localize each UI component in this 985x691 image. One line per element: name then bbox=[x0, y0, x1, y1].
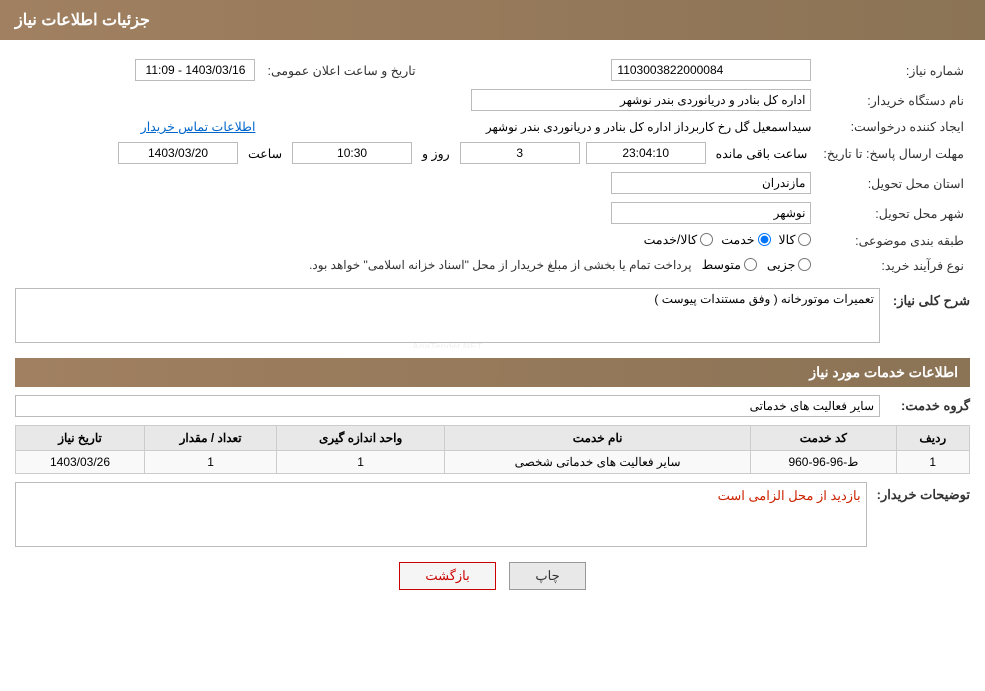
need-number-label: شماره نیاز: bbox=[817, 55, 970, 85]
service-table-header-row: ردیف کد خدمت نام خدمت واحد اندازه گیری ت… bbox=[16, 426, 970, 451]
cell-quantity: 1 bbox=[145, 451, 277, 474]
need-number-input: 1103003822000084 bbox=[611, 59, 811, 81]
response-remaining-label: ساعت باقی مانده bbox=[716, 146, 808, 161]
response-days-input: 3 bbox=[460, 142, 580, 164]
buyer-notes-content: بازدید از محل الزامی است bbox=[15, 482, 867, 547]
buyer-org-value: اداره کل بنادر و دریانوردی بندر نوشهر bbox=[15, 85, 817, 115]
buyer-org-label: نام دستگاه خریدار: bbox=[817, 85, 970, 115]
announcement-date-input: 1403/03/16 - 11:09 bbox=[135, 59, 255, 81]
announcement-date-label: تاریخ و ساعت اعلان عمومی: bbox=[261, 55, 421, 85]
page-container: جزئیات اطلاعات نیاز شماره نیاز: 11030038… bbox=[0, 0, 985, 691]
service-group-input: سایر فعالیت های خدماتی bbox=[15, 395, 880, 417]
need-number-value: 1103003822000084 bbox=[422, 55, 818, 85]
cell-unit: 1 bbox=[277, 451, 445, 474]
city-value: نوشهر bbox=[15, 198, 817, 228]
purchase-type-label: نوع فرآیند خرید: bbox=[817, 253, 970, 278]
need-number-row: شماره نیاز: 1103003822000084 تاریخ و ساع… bbox=[15, 55, 970, 85]
col-date: تاریخ نیاز bbox=[16, 426, 145, 451]
purchase-jozi-label: جزیی bbox=[767, 257, 796, 272]
province-input: مازندران bbox=[611, 172, 811, 194]
cell-date: 1403/03/26 bbox=[16, 451, 145, 474]
need-desc-label: شرح کلی نیاز: bbox=[890, 288, 970, 309]
need-desc-input: تعمیرات موتورخانه ( وفق مستندات پیوست ) bbox=[15, 288, 880, 343]
response-date-input: 1403/03/20 bbox=[118, 142, 238, 164]
category-khedmat-label: خدمت bbox=[721, 232, 754, 247]
cell-service-name: سایر فعالیت های خدماتی شخصی bbox=[445, 451, 751, 474]
purchase-radio-group: جزیی متوسط پرداخت تمام یا بخشی از مبلغ خ… bbox=[309, 257, 811, 272]
response-deadline-label: مهلت ارسال پاسخ: تا تاریخ: bbox=[817, 138, 970, 168]
city-input: نوشهر bbox=[611, 202, 811, 224]
service-table: ردیف کد خدمت نام خدمت واحد اندازه گیری ت… bbox=[15, 425, 970, 474]
category-value: کالا خدمت کالا/خدمت bbox=[15, 228, 817, 253]
buyer-notes-section: توضیحات خریدار: بازدید از محل الزامی است bbox=[15, 482, 970, 547]
service-group-label: گروه خدمت: bbox=[890, 398, 970, 414]
requester-contact-cell: اطلاعات تماس خریدار bbox=[15, 115, 261, 138]
category-radio-group: کالا خدمت کالا/خدمت bbox=[644, 232, 812, 247]
purchase-jozi: جزیی bbox=[767, 257, 812, 272]
requester-contact-link[interactable]: اطلاعات تماس خریدار bbox=[141, 120, 256, 134]
requester-label: ایجاد کننده درخواست: bbox=[817, 115, 970, 138]
response-remaining-input: 23:04:10 bbox=[586, 142, 706, 164]
response-time-input: 10:30 bbox=[292, 142, 412, 164]
response-days-label: روز و bbox=[422, 146, 450, 161]
province-row: استان محل تحویل: مازندران bbox=[15, 168, 970, 198]
cell-service-code: ط-96-96-960 bbox=[751, 451, 896, 474]
col-service-code: کد خدمت bbox=[751, 426, 896, 451]
category-label: طبقه بندی موضوعی: bbox=[817, 228, 970, 253]
category-kala-khedmat: کالا/خدمت bbox=[644, 232, 714, 247]
announcement-date-value: 1403/03/16 - 11:09 bbox=[15, 55, 261, 85]
purchase-motavaset: متوسط bbox=[702, 257, 757, 272]
category-row: طبقه بندی موضوعی: کالا خدمت bbox=[15, 228, 970, 253]
category-kala-radio[interactable] bbox=[798, 233, 811, 246]
category-kala-khedmat-radio[interactable] bbox=[700, 233, 713, 246]
col-service-name: نام خدمت bbox=[445, 426, 751, 451]
content-area: شماره نیاز: 1103003822000084 تاریخ و ساع… bbox=[0, 40, 985, 620]
category-kala-khedmat-label: کالا/خدمت bbox=[644, 232, 698, 247]
page-header: جزئیات اطلاعات نیاز bbox=[0, 0, 985, 40]
purchase-motavaset-label: متوسط bbox=[702, 257, 741, 272]
purchase-jozi-radio[interactable] bbox=[798, 258, 811, 271]
category-khedmat-radio[interactable] bbox=[758, 233, 771, 246]
response-time-label: ساعت bbox=[248, 146, 282, 161]
province-value: مازندران bbox=[15, 168, 817, 198]
purchase-note: پرداخت تمام یا بخشی از مبلغ خریدار از مح… bbox=[309, 258, 692, 272]
purchase-type-row: نوع فرآیند خرید: جزیی متوسط پرداخت تمام … bbox=[15, 253, 970, 278]
buyer-notes-text: بازدید از محل الزامی است bbox=[718, 488, 861, 503]
purchase-type-value: جزیی متوسط پرداخت تمام یا بخشی از مبلغ خ… bbox=[15, 253, 817, 278]
requester-value: سیداسمعیل گل رخ کاربرداز اداره کل بنادر … bbox=[261, 115, 817, 138]
province-label: استان محل تحویل: bbox=[817, 168, 970, 198]
buyer-org-row: نام دستگاه خریدار: اداره کل بنادر و دریا… bbox=[15, 85, 970, 115]
col-quantity: تعداد / مقدار bbox=[145, 426, 277, 451]
cell-row-num: 1 bbox=[896, 451, 969, 474]
page-title: جزئیات اطلاعات نیاز bbox=[15, 12, 150, 29]
back-button[interactable]: بازگشت bbox=[399, 562, 495, 590]
requester-row: ایجاد کننده درخواست: سیداسمعیل گل رخ کار… bbox=[15, 115, 970, 138]
buyer-notes-label: توضیحات خریدار: bbox=[877, 482, 970, 547]
service-table-header: ردیف کد خدمت نام خدمت واحد اندازه گیری ت… bbox=[16, 426, 970, 451]
category-kala: کالا bbox=[779, 232, 812, 247]
category-khedmat: خدمت bbox=[721, 232, 770, 247]
service-info-header: اطلاعات خدمات مورد نیاز bbox=[15, 358, 970, 387]
buyer-org-input: اداره کل بنادر و دریانوردی بندر نوشهر bbox=[471, 89, 811, 111]
print-button[interactable]: چاپ bbox=[509, 562, 585, 590]
button-group: چاپ بازگشت bbox=[15, 562, 970, 605]
purchase-motavaset-radio[interactable] bbox=[744, 258, 757, 271]
city-label: شهر محل تحویل: bbox=[817, 198, 970, 228]
requester-text: سیداسمعیل گل رخ کاربرداز اداره کل بنادر … bbox=[486, 120, 812, 134]
need-desc-section: شرح کلی نیاز: 🛡 AnaTender.NET تعمیرات مو… bbox=[15, 288, 970, 348]
info-table: شماره نیاز: 1103003822000084 تاریخ و ساع… bbox=[15, 55, 970, 278]
need-desc-content: 🛡 AnaTender.NET تعمیرات موتورخانه ( وفق … bbox=[15, 288, 880, 348]
col-unit: واحد اندازه گیری bbox=[277, 426, 445, 451]
category-kala-label: کالا bbox=[779, 232, 796, 247]
table-row: 1 ط-96-96-960 سایر فعالیت های خدماتی شخص… bbox=[16, 451, 970, 474]
response-deadline-value: 1403/03/20 ساعت 10:30 روز و 3 23:04:10 س… bbox=[15, 138, 817, 168]
service-table-body: 1 ط-96-96-960 سایر فعالیت های خدماتی شخص… bbox=[16, 451, 970, 474]
buyer-notes-box: بازدید از محل الزامی است bbox=[15, 482, 867, 547]
response-deadline-row: مهلت ارسال پاسخ: تا تاریخ: 1403/03/20 سا… bbox=[15, 138, 970, 168]
col-row-num: ردیف bbox=[896, 426, 969, 451]
city-row: شهر محل تحویل: نوشهر bbox=[15, 198, 970, 228]
service-group-row: گروه خدمت: سایر فعالیت های خدماتی bbox=[15, 395, 970, 417]
